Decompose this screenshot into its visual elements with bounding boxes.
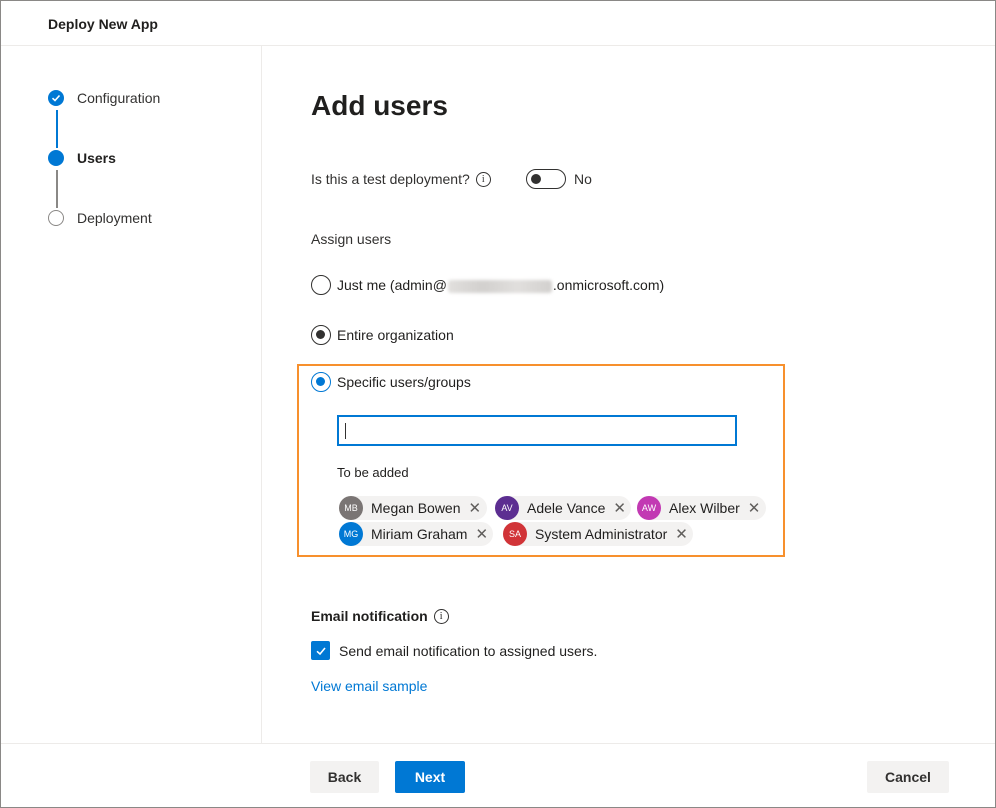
user-name: Adele Vance — [527, 500, 606, 516]
footer-bar: Back Next Cancel — [1, 743, 995, 808]
step-connector-done — [56, 110, 58, 148]
user-name: Miriam Graham — [371, 526, 468, 542]
to-be-added-label: To be added — [337, 465, 409, 480]
cancel-button[interactable]: Cancel — [867, 761, 949, 793]
test-deployment-row: Is this a test deployment? i — [311, 171, 491, 187]
email-notification-heading: Email notification i — [311, 608, 449, 624]
test-deployment-toggle[interactable] — [526, 169, 566, 189]
back-button[interactable]: Back — [310, 761, 379, 793]
radio-label-suffix: .onmicrosoft.com) — [552, 277, 665, 293]
title-bar: Deploy New App — [1, 1, 995, 46]
assign-users-label: Assign users — [311, 231, 392, 247]
remove-icon[interactable]: ✕ — [613, 499, 626, 517]
main-panel: Add users Is this a test deployment? i N… — [263, 46, 995, 743]
pending-step-icon — [48, 210, 64, 226]
user-chip: MG Miriam Graham ✕ — [339, 522, 494, 546]
user-name: Alex Wilber — [669, 500, 740, 516]
checkmark-icon — [48, 90, 64, 106]
radio-specific-users[interactable]: Specific users/groups — [311, 372, 471, 392]
email-notification-checkbox-row[interactable]: Send email notification to assigned user… — [311, 641, 597, 660]
user-chip: AW Alex Wilber ✕ — [637, 496, 766, 520]
user-chip: AV Adele Vance ✕ — [495, 496, 632, 520]
radio-button[interactable] — [311, 275, 331, 295]
step-connector-pending — [56, 170, 58, 208]
radio-fill — [316, 330, 325, 339]
step-label: Configuration — [77, 90, 161, 106]
radio-label: Just me (admin@ .onmicrosoft.com) — [337, 277, 664, 293]
current-step-icon — [48, 150, 64, 166]
avatar: AW — [637, 496, 661, 520]
user-chip: SA System Administrator ✕ — [503, 522, 694, 546]
remove-icon[interactable]: ✕ — [675, 525, 688, 543]
info-icon[interactable]: i — [475, 171, 491, 187]
step-label: Users — [77, 150, 116, 166]
remove-icon[interactable]: ✕ — [469, 499, 482, 517]
email-notification-checkbox[interactable] — [311, 641, 330, 660]
step-users[interactable]: Users — [48, 150, 116, 166]
avatar: MG — [339, 522, 363, 546]
step-deployment[interactable]: Deployment — [48, 210, 152, 226]
toggle-knob — [531, 174, 541, 184]
radio-button[interactable] — [311, 372, 331, 392]
text-caret — [345, 423, 346, 439]
checkmark-icon — [315, 646, 326, 655]
page-title: Add users — [311, 90, 448, 121]
email-heading-text: Email notification — [311, 608, 428, 624]
checkbox-label: Send email notification to assigned user… — [339, 642, 598, 659]
radio-button[interactable] — [311, 325, 331, 345]
view-email-sample-link[interactable]: View email sample — [311, 678, 427, 694]
user-name: Megan Bowen — [371, 500, 461, 516]
remove-icon[interactable]: ✕ — [475, 525, 488, 543]
toggle-state-label: No — [574, 171, 592, 187]
wizard-steps: Configuration Users Deployment — [1, 46, 262, 743]
avatar: AV — [495, 496, 519, 520]
user-chip: MB Megan Bowen ✕ — [339, 496, 487, 520]
window-title: Deploy New App — [48, 16, 158, 32]
user-name: System Administrator — [535, 526, 668, 542]
user-search-input[interactable] — [339, 417, 735, 444]
radio-label: Entire organization — [337, 327, 454, 343]
step-configuration[interactable]: Configuration — [48, 90, 160, 106]
step-label: Deployment — [77, 210, 152, 226]
radio-label-prefix: Just me (admin@ — [337, 277, 447, 293]
radio-fill — [316, 377, 325, 386]
avatar: MB — [339, 496, 363, 520]
remove-icon[interactable]: ✕ — [748, 499, 761, 517]
next-button[interactable]: Next — [395, 761, 465, 793]
deploy-dialog: Deploy New App Configuration Users Deplo… — [0, 0, 996, 808]
radio-entire-organization[interactable]: Entire organization — [311, 325, 454, 345]
radio-label: Specific users/groups — [337, 374, 471, 390]
redacted-domain — [447, 279, 552, 293]
info-icon[interactable]: i — [433, 608, 449, 624]
avatar: SA — [503, 522, 527, 546]
test-deployment-label: Is this a test deployment? — [311, 171, 470, 187]
radio-just-me[interactable]: Just me (admin@ .onmicrosoft.com) — [311, 275, 664, 295]
user-search-box[interactable] — [337, 415, 737, 446]
